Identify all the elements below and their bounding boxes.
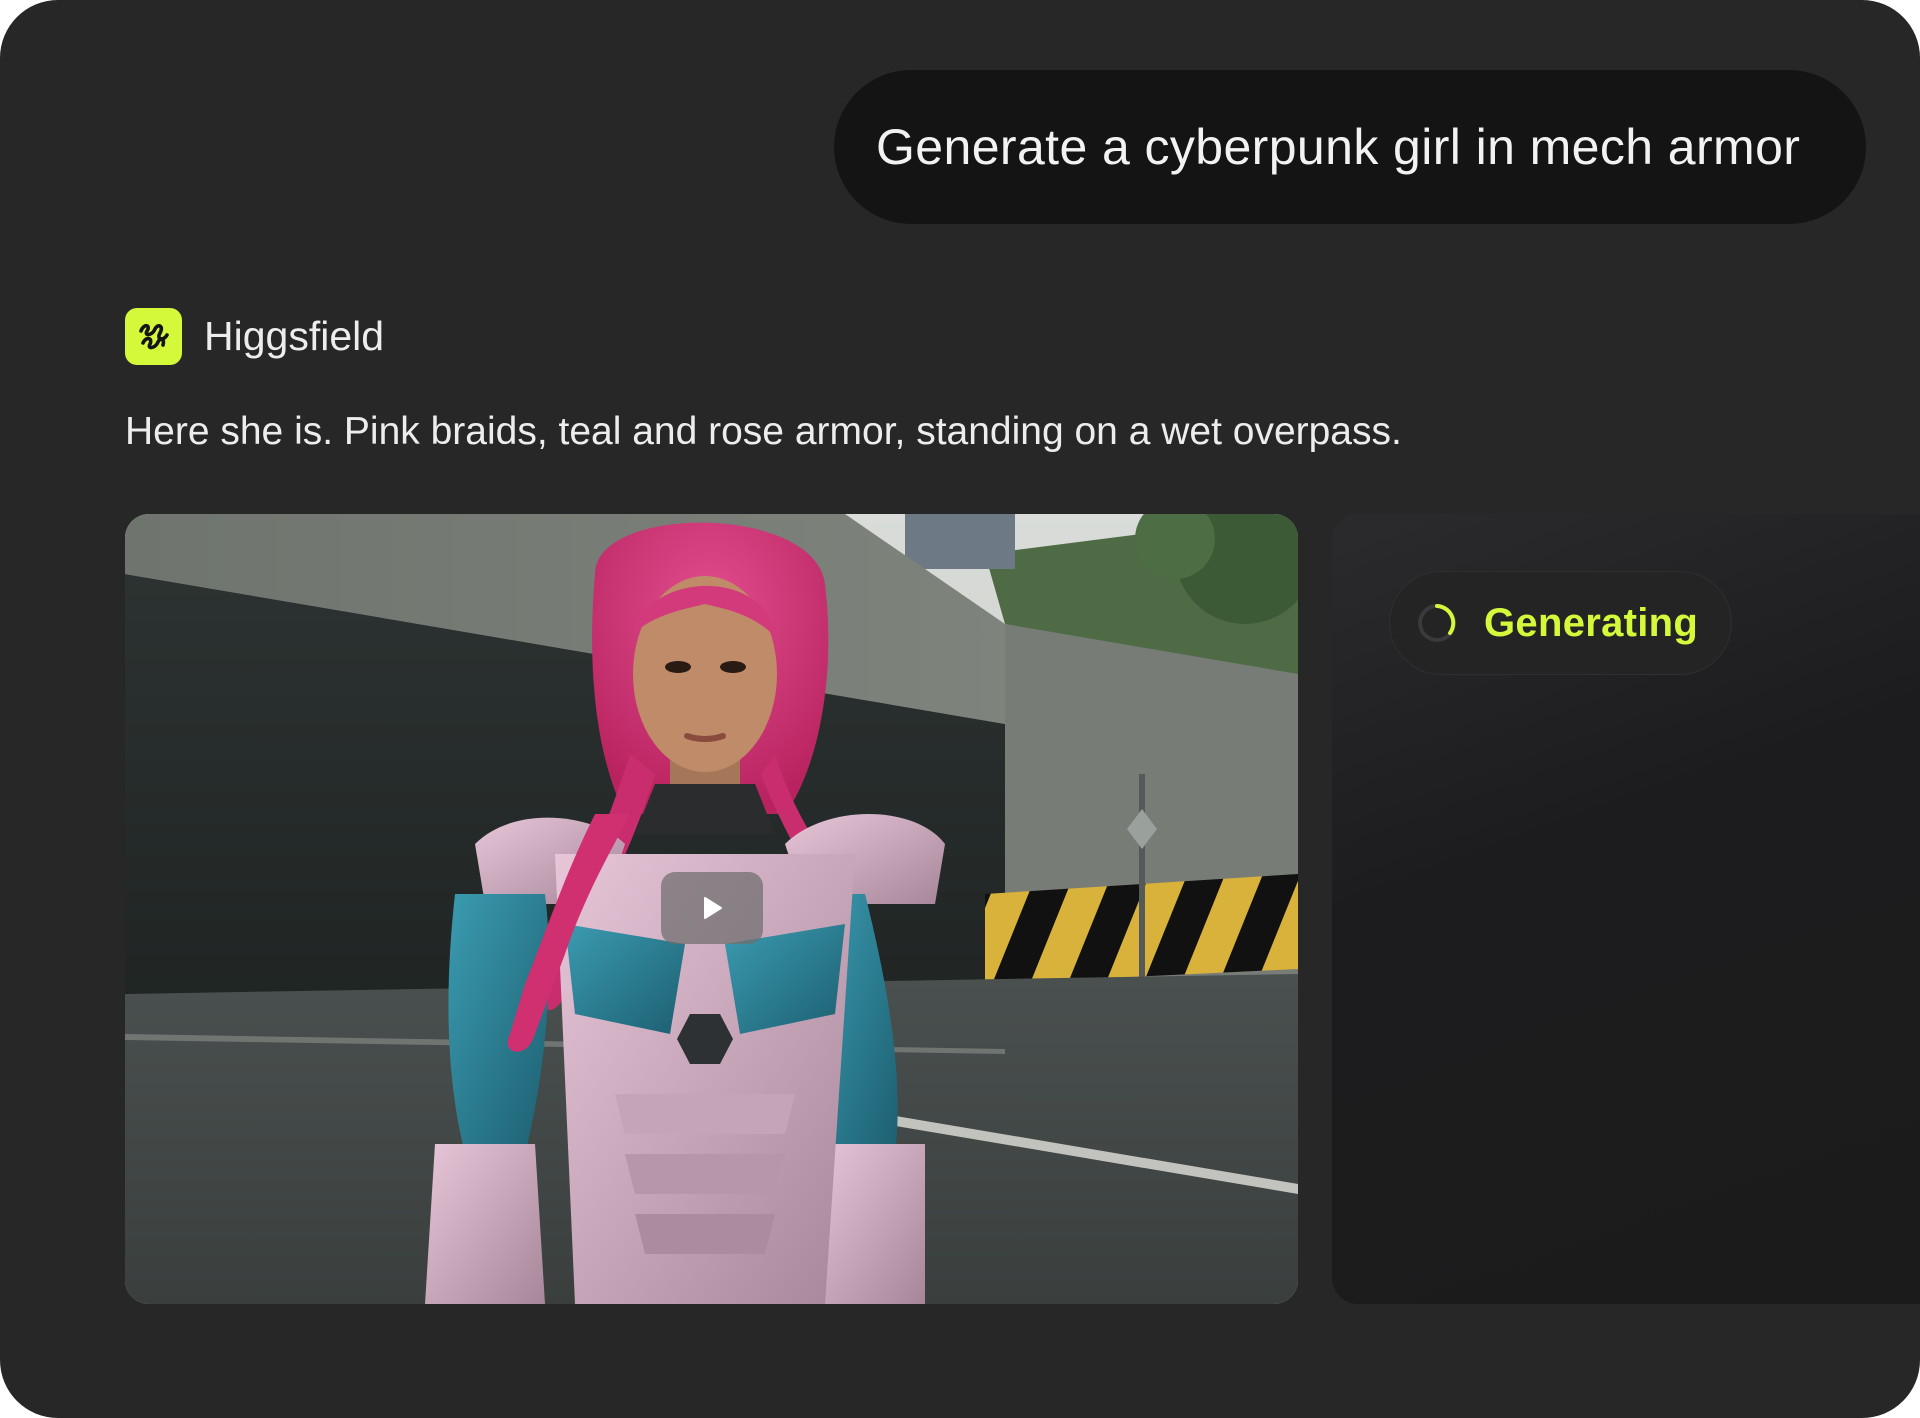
generating-status-pill: Generating bbox=[1389, 571, 1732, 675]
higgsfield-logo-icon bbox=[125, 308, 182, 365]
assistant-message-text: Here she is. Pink braids, teal and rose … bbox=[125, 410, 1402, 453]
assistant-name: Higgsfield bbox=[204, 313, 385, 359]
generating-status-label: Generating bbox=[1484, 600, 1699, 645]
user-message-bubble: Generate a cyberpunk girl in mech armor bbox=[834, 70, 1866, 224]
play-icon bbox=[704, 897, 722, 919]
assistant-header: Higgsfield bbox=[125, 308, 384, 365]
pending-generation-card: Generating bbox=[1332, 514, 1920, 1304]
loading-spinner-icon bbox=[1418, 604, 1456, 642]
user-message-text: Generate a cyberpunk girl in mech armor bbox=[876, 119, 1801, 175]
chat-window: Generate a cyberpunk girl in mech armor … bbox=[0, 0, 1920, 1418]
play-button[interactable] bbox=[661, 872, 763, 944]
generated-video-card[interactable] bbox=[125, 514, 1298, 1304]
